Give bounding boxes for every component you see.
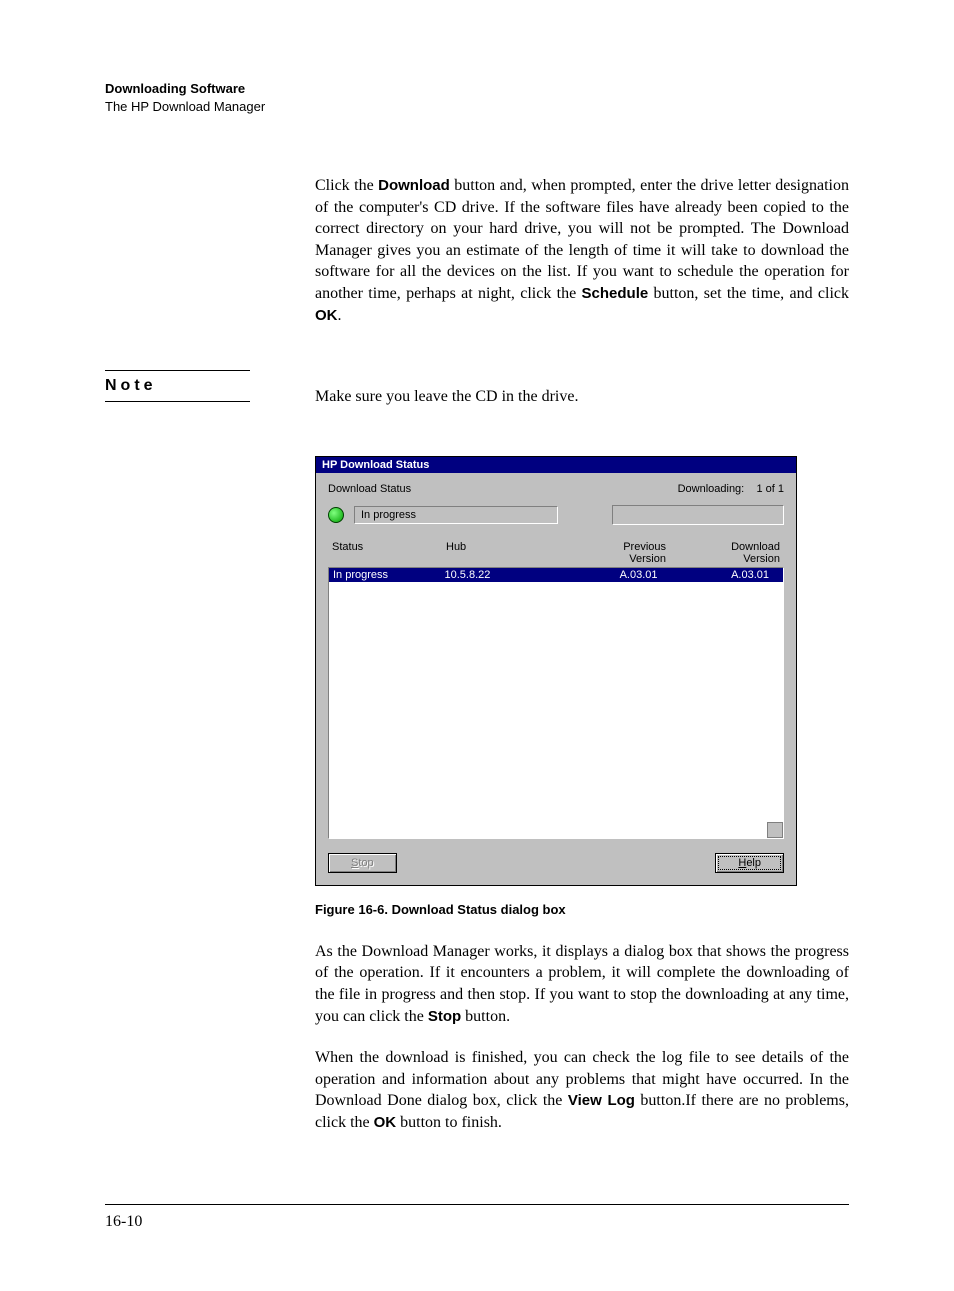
help-button[interactable]: Help	[715, 853, 784, 873]
note-label: Note	[105, 370, 250, 402]
cell-prev: A.03.01	[556, 569, 668, 581]
note-text: Make sure you leave the CD in the drive.	[315, 386, 849, 408]
status-listbox[interactable]: In progress 10.5.8.22 A.03.01 A.03.01	[328, 567, 784, 839]
paragraph-2: As the Download Manager works, it displa…	[315, 941, 849, 1027]
column-headers: Status Hub Previous Version Download Ver…	[328, 539, 784, 567]
running-header: Downloading Software The HP Download Man…	[105, 80, 849, 115]
stop-button[interactable]: Stop	[328, 853, 397, 873]
content-grid: Click the Download button and, when prom…	[105, 159, 849, 346]
paragraph-1: Click the Download button and, when prom…	[315, 175, 849, 326]
downloading-label: Downloading: 1 of 1	[678, 483, 784, 495]
note-block: Note Make sure you leave the CD in the d…	[105, 370, 849, 1153]
download-status-dialog: HP Download Status Download Status Downl…	[315, 456, 797, 886]
scrollbar-stub[interactable]	[767, 822, 783, 838]
page: Downloading Software The HP Download Man…	[0, 0, 954, 1291]
col-prev-version: Previous Version	[556, 539, 670, 567]
dialog-titlebar: HP Download Status	[316, 457, 796, 473]
header-title: Downloading Software	[105, 80, 849, 98]
status-led-icon	[328, 507, 344, 523]
progress-bar	[612, 505, 784, 525]
col-download-version: Download Version	[670, 539, 784, 567]
paragraph-3: When the download is finished, you can c…	[315, 1047, 849, 1133]
figure-caption: Figure 16-6. Download Status dialog box	[315, 902, 849, 917]
overall-status-box: In progress	[354, 506, 558, 524]
download-status-label: Download Status	[328, 483, 411, 495]
col-hub: Hub	[442, 539, 556, 567]
cell-hub: 10.5.8.22	[445, 569, 557, 581]
col-status: Status	[328, 539, 442, 567]
table-row[interactable]: In progress 10.5.8.22 A.03.01 A.03.01	[329, 568, 783, 582]
cell-dl: A.03.01	[668, 569, 780, 581]
dialog-body: Download Status Downloading: 1 of 1 In p…	[316, 473, 796, 885]
header-subtitle: The HP Download Manager	[105, 98, 849, 116]
cell-status: In progress	[333, 569, 445, 581]
page-number: 16-10	[105, 1213, 142, 1230]
page-footer: 16-10	[105, 1204, 849, 1231]
